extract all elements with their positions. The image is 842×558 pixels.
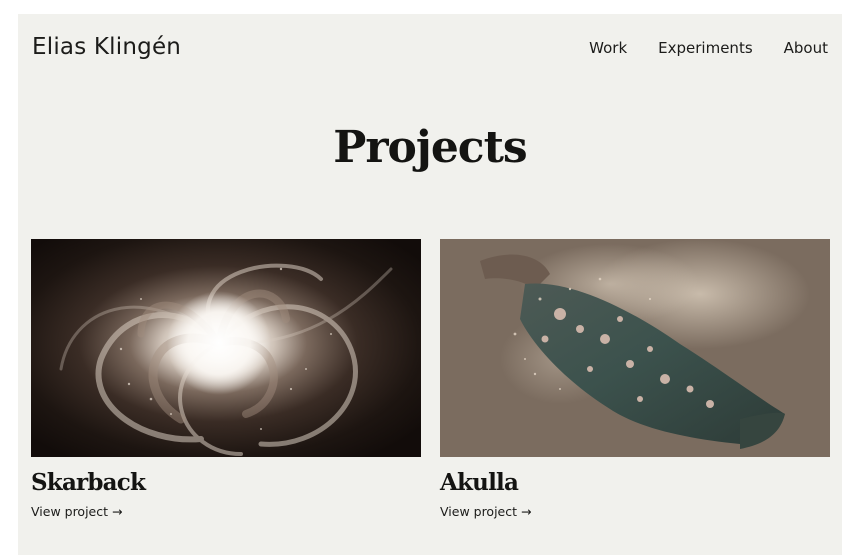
view-project-link[interactable]: View project → bbox=[31, 504, 122, 519]
nav-item-about[interactable]: About bbox=[784, 39, 828, 57]
project-title[interactable]: Akulla bbox=[440, 469, 830, 496]
project-card-akulla: Akulla View project → bbox=[440, 239, 830, 521]
site-name-link[interactable]: Elias Klingén bbox=[32, 34, 181, 60]
page-container: Elias Klingén Work Experiments About Pro… bbox=[18, 14, 842, 555]
project-title[interactable]: Skarback bbox=[31, 469, 421, 496]
nav-item-work[interactable]: Work bbox=[589, 39, 627, 57]
disintegrating-stone-artifact-image[interactable] bbox=[440, 239, 830, 457]
project-card-skarback: Skarback View project → bbox=[31, 239, 421, 521]
swirling-vortex-image[interactable] bbox=[31, 239, 421, 457]
nav-item-experiments[interactable]: Experiments bbox=[658, 39, 752, 57]
page-title: Projects bbox=[333, 122, 527, 173]
view-project-link[interactable]: View project → bbox=[440, 504, 531, 519]
main-nav: Work Experiments About bbox=[589, 39, 828, 57]
